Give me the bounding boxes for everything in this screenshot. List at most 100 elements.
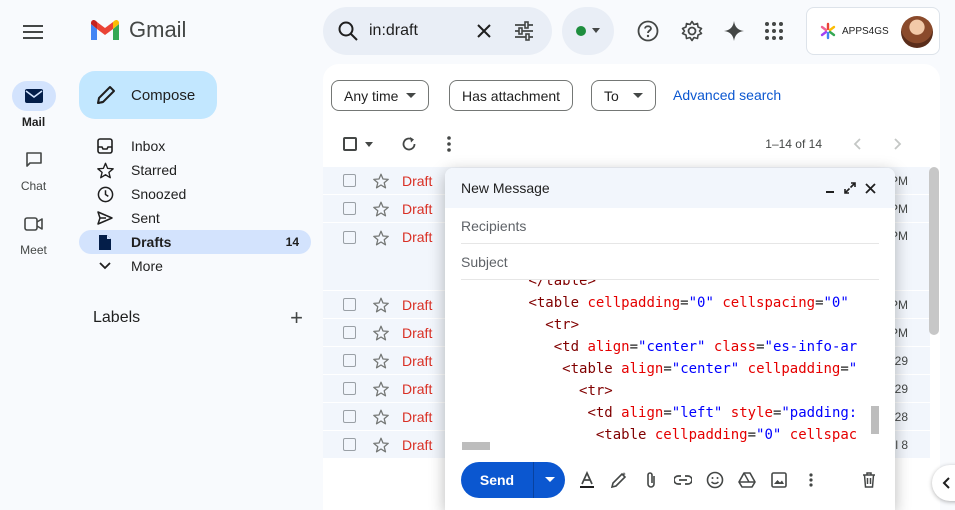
add-label-icon[interactable]: + bbox=[290, 307, 303, 329]
status-selector[interactable] bbox=[562, 7, 614, 55]
account-switcher[interactable]: APPS4GS bbox=[806, 7, 940, 55]
gmail-logo[interactable]: Gmail bbox=[89, 17, 186, 43]
star-icon[interactable] bbox=[372, 436, 390, 454]
help-icon[interactable] bbox=[636, 19, 660, 43]
minimize-icon[interactable] bbox=[821, 179, 839, 197]
subject-field[interactable]: Subject bbox=[461, 244, 879, 280]
list-scrollbar[interactable] bbox=[929, 167, 939, 335]
formatting-icon[interactable] bbox=[571, 464, 603, 496]
star-icon[interactable] bbox=[372, 352, 390, 370]
nav-label: Snoozed bbox=[131, 186, 187, 202]
nav-item-inbox[interactable]: Inbox bbox=[79, 134, 311, 158]
drive-icon[interactable] bbox=[731, 464, 763, 496]
nav-item-starred[interactable]: Starred bbox=[79, 158, 311, 182]
nav-item-snoozed[interactable]: Snoozed bbox=[79, 182, 311, 206]
ai-write-icon[interactable] bbox=[603, 464, 635, 496]
inbox-icon bbox=[97, 138, 113, 154]
filter-label: Has attachment bbox=[462, 87, 561, 104]
star-icon[interactable] bbox=[372, 380, 390, 398]
schedule-send-icon[interactable] bbox=[534, 477, 565, 483]
next-page-icon[interactable] bbox=[894, 138, 902, 150]
row-date: 29 bbox=[894, 353, 908, 368]
gmail-m-icon bbox=[91, 19, 119, 40]
filter-any-time[interactable]: Any time bbox=[331, 80, 430, 111]
row-checkbox[interactable] bbox=[343, 174, 356, 187]
refresh-icon[interactable] bbox=[401, 136, 417, 152]
draft-label: Draft bbox=[402, 229, 433, 245]
gemini-sparkle-icon[interactable] bbox=[722, 19, 746, 43]
mail-icon bbox=[24, 89, 43, 103]
advanced-search-link[interactable]: Advanced search bbox=[673, 87, 781, 103]
nav-item-drafts[interactable]: Drafts 14 bbox=[79, 230, 311, 254]
main-menu-icon[interactable] bbox=[20, 19, 46, 45]
chevron-down-icon bbox=[592, 28, 600, 33]
send-button-group: Send bbox=[461, 462, 565, 498]
rail-item-mail[interactable]: Mail bbox=[0, 81, 67, 129]
chevron-left-icon bbox=[942, 477, 950, 489]
rail-label-chat: Chat bbox=[20, 179, 47, 193]
rail-label-meet: Meet bbox=[20, 243, 47, 257]
compose-button[interactable]: Compose bbox=[79, 71, 217, 119]
row-date: 29 bbox=[894, 381, 908, 396]
chevron-down-icon bbox=[99, 262, 111, 270]
more-vert-icon[interactable] bbox=[447, 136, 451, 152]
compose-window: New Message Recipients Subject </table> … bbox=[445, 168, 895, 510]
draft-label: Draft bbox=[402, 200, 433, 217]
row-checkbox[interactable] bbox=[343, 231, 356, 244]
compose-header[interactable]: New Message bbox=[445, 168, 895, 208]
search-icon[interactable] bbox=[337, 20, 359, 42]
search-bar[interactable]: in:draft bbox=[323, 7, 552, 55]
insert-photo-icon[interactable] bbox=[763, 464, 795, 496]
chat-icon bbox=[25, 152, 42, 167]
row-checkbox[interactable] bbox=[343, 382, 356, 395]
filter-label: Any time bbox=[344, 87, 399, 104]
nav-label: Inbox bbox=[131, 138, 166, 154]
discard-draft-icon[interactable] bbox=[853, 464, 885, 496]
draft-label: Draft bbox=[402, 380, 433, 397]
star-icon[interactable] bbox=[372, 200, 390, 218]
send-button[interactable]: Send bbox=[461, 472, 533, 488]
star-icon[interactable] bbox=[372, 324, 390, 342]
rail-item-meet[interactable]: Meet bbox=[0, 209, 67, 257]
draft-label: Draft bbox=[402, 352, 433, 369]
chevron-down-icon bbox=[406, 92, 417, 98]
recipients-field[interactable]: Recipients bbox=[461, 208, 879, 244]
close-icon[interactable] bbox=[861, 179, 879, 197]
link-icon[interactable] bbox=[667, 464, 699, 496]
row-checkbox[interactable] bbox=[343, 410, 356, 423]
avatar[interactable] bbox=[901, 16, 933, 48]
clear-search-icon[interactable] bbox=[472, 19, 496, 43]
message-body-editor[interactable]: </table> <table cellpadding="0" cellspac… bbox=[461, 280, 879, 450]
filter-to[interactable]: To bbox=[591, 80, 656, 111]
select-all-checkbox[interactable] bbox=[343, 137, 357, 151]
star-icon[interactable] bbox=[372, 296, 390, 314]
filter-has-attachment[interactable]: Has attachment bbox=[449, 80, 574, 111]
rail-item-chat[interactable]: Chat bbox=[0, 145, 67, 193]
select-dropdown-icon[interactable] bbox=[365, 142, 373, 147]
nav-item-more[interactable]: More bbox=[79, 254, 311, 278]
star-icon[interactable] bbox=[372, 408, 390, 426]
row-checkbox[interactable] bbox=[343, 202, 356, 215]
nav-item-sent[interactable]: Sent bbox=[79, 206, 311, 230]
emoji-icon[interactable] bbox=[699, 464, 731, 496]
labels-section: Labels + bbox=[93, 307, 303, 329]
apps-grid-icon[interactable] bbox=[762, 19, 786, 43]
body-hscrollbar[interactable] bbox=[462, 442, 490, 450]
settings-gear-icon[interactable] bbox=[680, 19, 704, 43]
row-checkbox[interactable] bbox=[343, 354, 356, 367]
nav-label: Starred bbox=[131, 162, 177, 178]
attach-icon[interactable] bbox=[635, 464, 667, 496]
prev-page-icon[interactable] bbox=[853, 138, 861, 150]
star-icon[interactable] bbox=[372, 229, 390, 247]
org-logo: APPS4GS bbox=[819, 22, 889, 40]
row-checkbox[interactable] bbox=[343, 326, 356, 339]
search-options-icon[interactable] bbox=[512, 19, 536, 43]
row-checkbox[interactable] bbox=[343, 298, 356, 311]
star-icon[interactable] bbox=[372, 172, 390, 190]
body-scrollbar[interactable] bbox=[871, 406, 879, 434]
expand-icon[interactable] bbox=[841, 179, 859, 197]
search-input[interactable]: in:draft bbox=[369, 22, 472, 40]
row-checkbox[interactable] bbox=[343, 438, 356, 451]
more-options-icon[interactable] bbox=[795, 464, 827, 496]
list-toolbar: 1–14 of 14 bbox=[323, 132, 940, 156]
